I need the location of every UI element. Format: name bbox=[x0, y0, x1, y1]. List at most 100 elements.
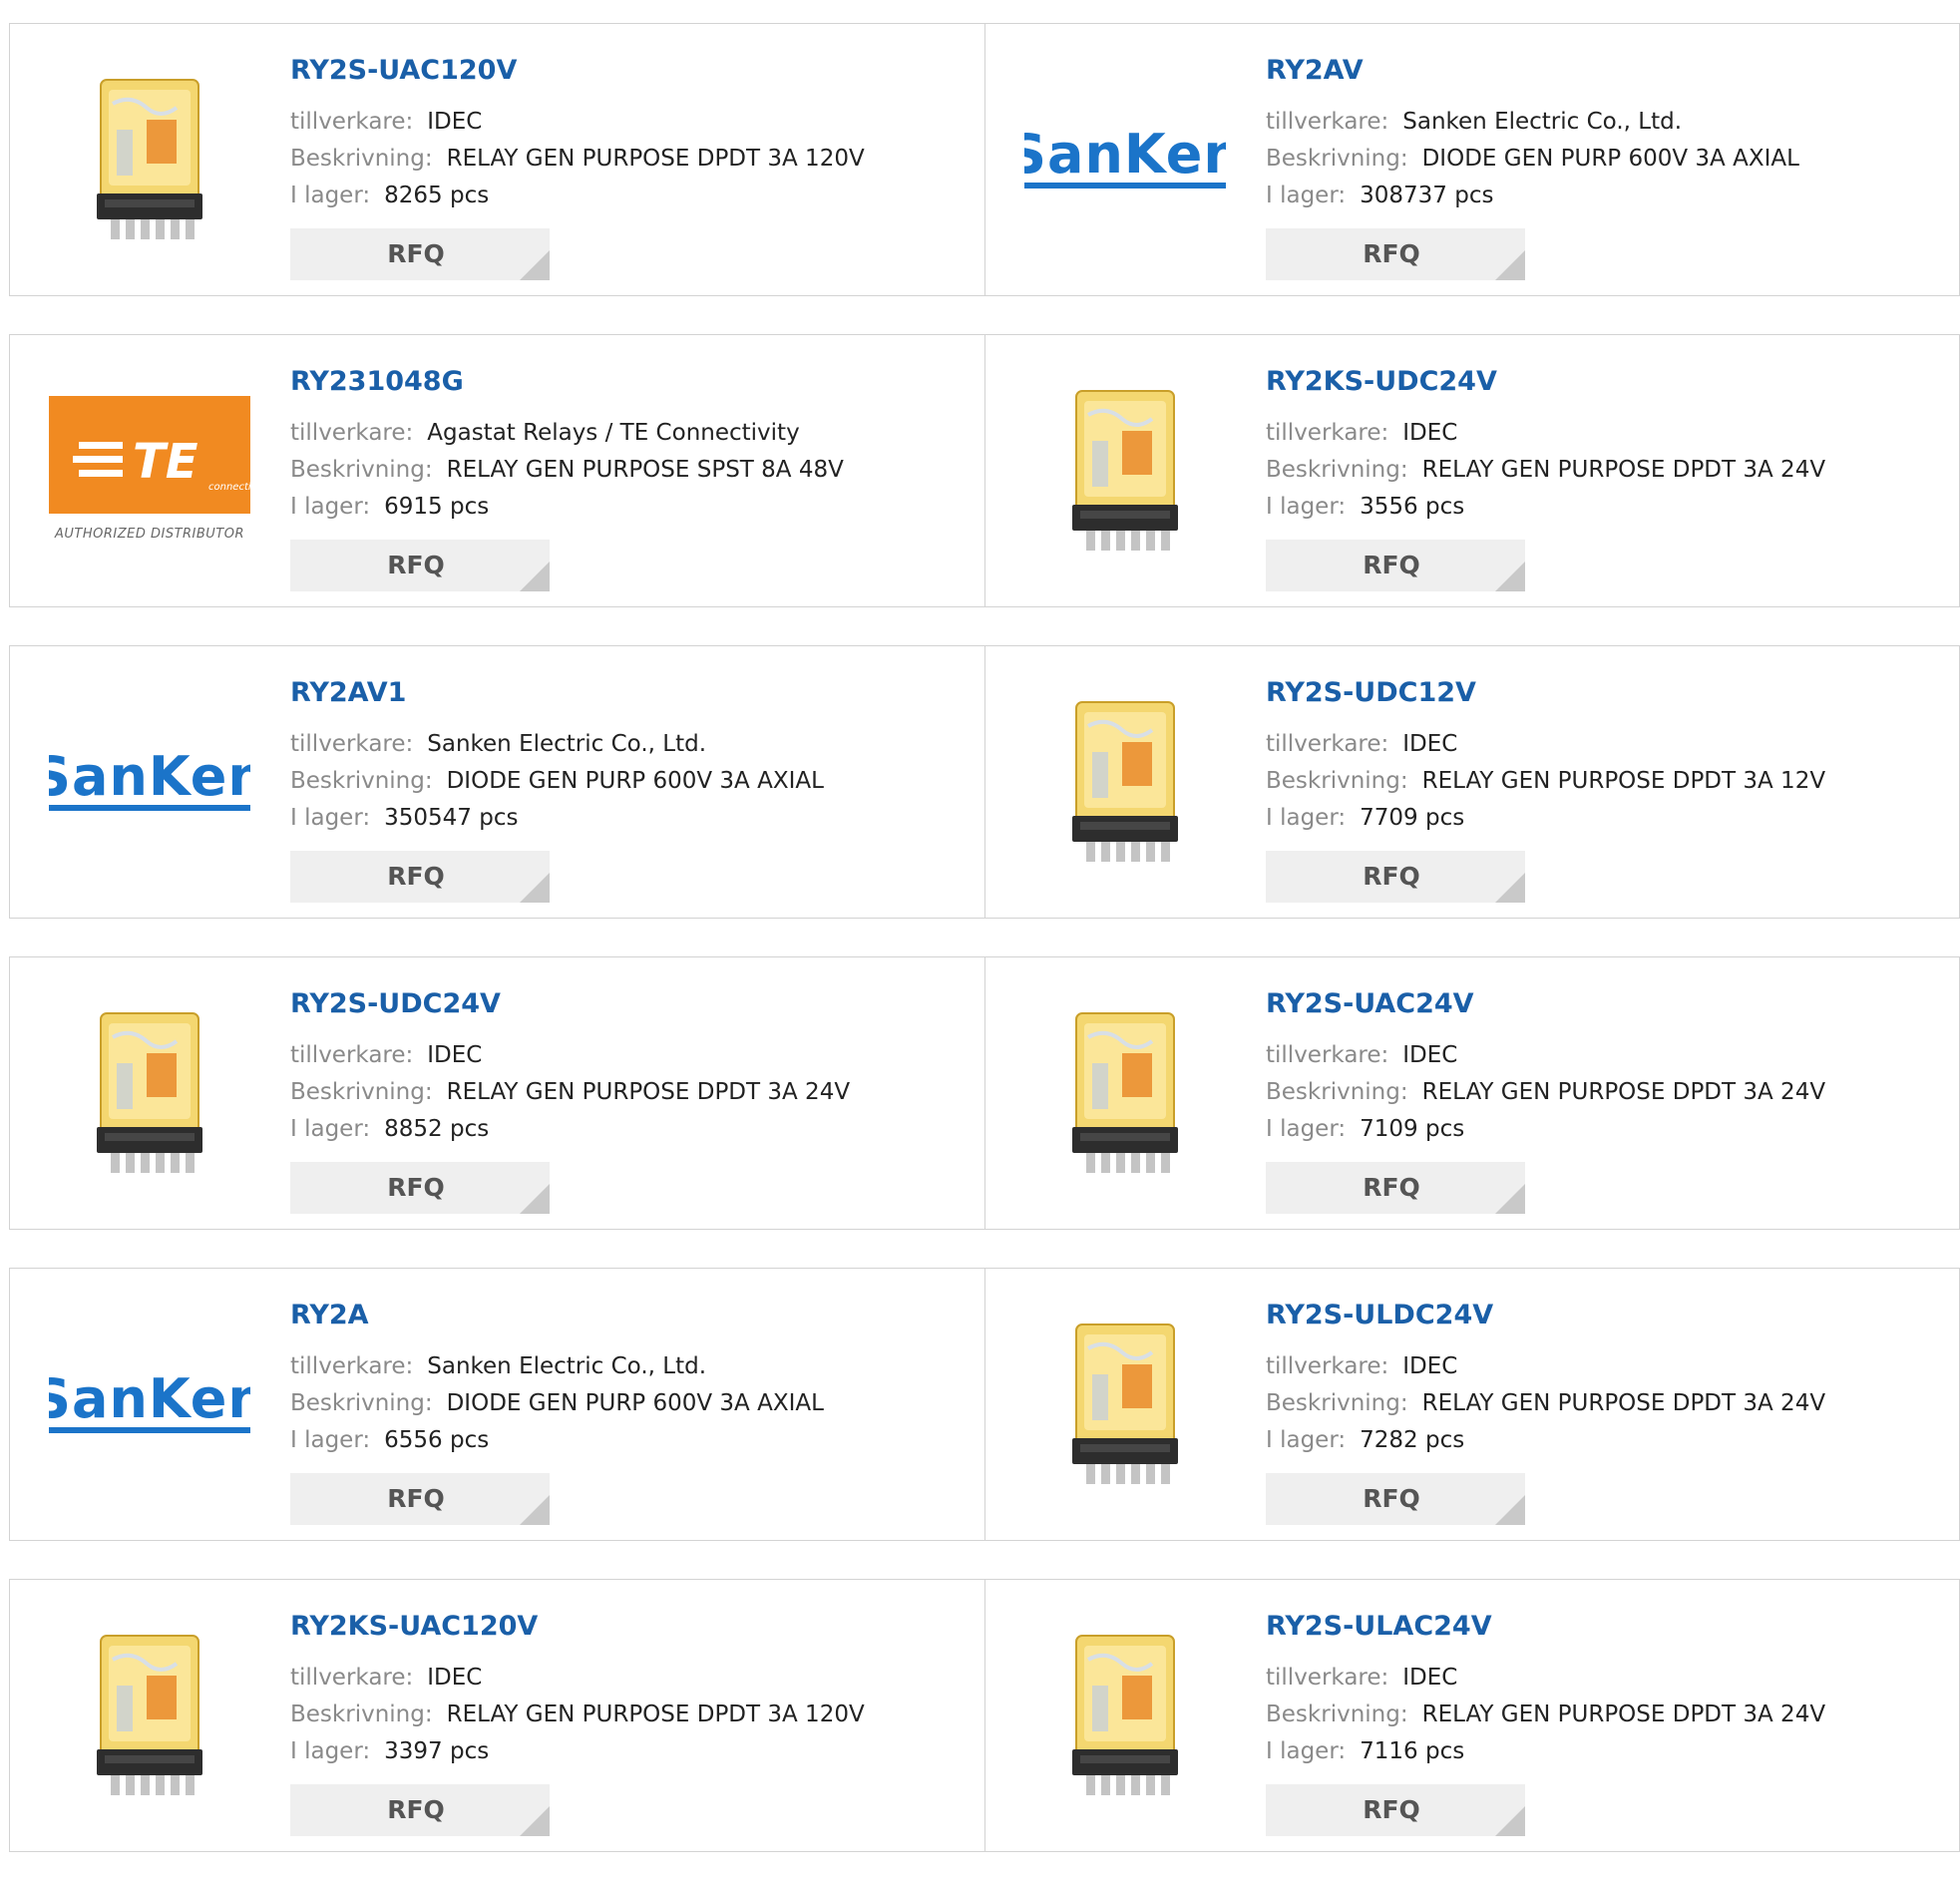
sanken-logo: SanKen bbox=[49, 1371, 250, 1433]
product-image[interactable]: SanKen bbox=[42, 1309, 257, 1500]
product-row: RY2KS-UAC120V tillverkare: IDEC Beskrivni… bbox=[9, 1579, 1960, 1852]
stock-row: I lager: 8852 pcs bbox=[290, 1111, 965, 1148]
description-label: Beskrivning: bbox=[1266, 1390, 1408, 1416]
stock-row: I lager: 8265 pcs bbox=[290, 178, 965, 214]
product-title-link[interactable]: RY2A bbox=[290, 1299, 965, 1332]
stock-value: 308737 pcs bbox=[1360, 183, 1494, 208]
te-logo: TE connectivity AUTHORIZED DISTRIBUTOR bbox=[49, 396, 250, 542]
product-info: RY231048G tillverkare: Agastat Relays / T… bbox=[290, 365, 965, 591]
description-label: Beskrivning: bbox=[1266, 146, 1408, 172]
product-image[interactable]: TE connectivity AUTHORIZED DISTRIBUTOR bbox=[42, 375, 257, 567]
product-title-link[interactable]: RY2AV1 bbox=[290, 676, 965, 710]
stock-value: 7282 pcs bbox=[1360, 1427, 1465, 1453]
stock-value: 7109 pcs bbox=[1360, 1116, 1465, 1142]
product-image[interactable] bbox=[42, 997, 257, 1189]
rfq-button[interactable]: RFQ bbox=[1266, 228, 1525, 280]
rfq-label: RFQ bbox=[387, 1484, 445, 1513]
product-card: SanKen RY2A tillverkare: Sanken Electric … bbox=[10, 1269, 985, 1540]
corner-triangle-icon bbox=[1495, 250, 1525, 280]
description-label: Beskrivning: bbox=[290, 768, 433, 794]
description-value: RELAY GEN PURPOSE DPDT 3A 24V bbox=[1421, 457, 1826, 483]
description-value: RELAY GEN PURPOSE DPDT 3A 24V bbox=[1421, 1701, 1826, 1727]
manufacturer-label: tillverkare: bbox=[290, 420, 414, 446]
corner-triangle-icon bbox=[520, 873, 550, 903]
product-image[interactable] bbox=[42, 64, 257, 255]
description-value: RELAY GEN PURPOSE DPDT 3A 24V bbox=[1421, 1079, 1826, 1105]
manufacturer-row: tillverkare: Sanken Electric Co., Ltd. bbox=[290, 1348, 965, 1385]
rfq-button[interactable]: RFQ bbox=[290, 540, 550, 591]
description-value: DIODE GEN PURP 600V 3A AXIAL bbox=[1421, 146, 1799, 172]
description-label: Beskrivning: bbox=[290, 457, 433, 483]
manufacturer-value: Agastat Relays / TE Connectivity bbox=[427, 420, 800, 446]
description-row: Beskrivning: DIODE GEN PURP 600V 3A AXIAL bbox=[290, 1385, 965, 1422]
rfq-button[interactable]: RFQ bbox=[1266, 1473, 1525, 1525]
manufacturer-row: tillverkare: IDEC bbox=[1266, 1660, 1939, 1697]
product-card: SanKen RY2AV1 tillverkare: Sanken Electri… bbox=[10, 646, 985, 918]
rfq-label: RFQ bbox=[387, 1173, 445, 1202]
stock-row: I lager: 7116 pcs bbox=[1266, 1733, 1939, 1770]
rfq-button[interactable]: RFQ bbox=[290, 851, 550, 903]
rfq-button[interactable]: RFQ bbox=[1266, 540, 1525, 591]
product-card: RY2KS-UAC120V tillverkare: IDEC Beskrivni… bbox=[10, 1580, 985, 1851]
rfq-button[interactable]: RFQ bbox=[290, 1784, 550, 1836]
product-title-link[interactable]: RY2AV bbox=[1266, 54, 1939, 88]
manufacturer-row: tillverkare: IDEC bbox=[1266, 1348, 1939, 1385]
stock-value: 6915 pcs bbox=[384, 494, 490, 520]
corner-triangle-icon bbox=[1495, 1806, 1525, 1836]
manufacturer-value: IDEC bbox=[1402, 1353, 1458, 1379]
rfq-button[interactable]: RFQ bbox=[1266, 851, 1525, 903]
manufacturer-label: tillverkare: bbox=[290, 1042, 414, 1068]
product-title-link[interactable]: RY2S-ULDC24V bbox=[1266, 1299, 1939, 1332]
rfq-label: RFQ bbox=[1363, 239, 1420, 268]
rfq-button[interactable]: RFQ bbox=[1266, 1162, 1525, 1214]
description-value: RELAY GEN PURPOSE DPDT 3A 120V bbox=[446, 146, 865, 172]
stock-label: I lager: bbox=[290, 494, 371, 520]
sanken-logo: SanKen bbox=[49, 749, 250, 811]
stock-label: I lager: bbox=[1266, 494, 1347, 520]
corner-triangle-icon bbox=[1495, 1495, 1525, 1525]
product-title-link[interactable]: RY2S-UDC24V bbox=[290, 987, 965, 1021]
manufacturer-row: tillverkare: IDEC bbox=[1266, 726, 1939, 763]
product-title-link[interactable]: RY231048G bbox=[290, 365, 965, 399]
corner-triangle-icon bbox=[1495, 1184, 1525, 1214]
product-image[interactable] bbox=[42, 1620, 257, 1811]
manufacturer-row: tillverkare: IDEC bbox=[1266, 415, 1939, 452]
product-title-link[interactable]: RY2KS-UAC120V bbox=[290, 1610, 965, 1644]
description-value: RELAY GEN PURPOSE DPDT 3A 24V bbox=[1421, 1390, 1826, 1416]
stock-value: 8265 pcs bbox=[384, 183, 490, 208]
product-image[interactable] bbox=[1017, 1309, 1233, 1500]
product-info: RY2AV1 tillverkare: Sanken Electric Co., … bbox=[290, 676, 965, 903]
product-title-link[interactable]: RY2S-ULAC24V bbox=[1266, 1610, 1939, 1644]
rfq-button[interactable]: RFQ bbox=[290, 1162, 550, 1214]
product-image[interactable] bbox=[1017, 375, 1233, 567]
manufacturer-label: tillverkare: bbox=[1266, 1042, 1389, 1068]
product-row: RY2S-UDC24V tillverkare: IDEC Beskrivning… bbox=[9, 956, 1960, 1230]
rfq-button[interactable]: RFQ bbox=[290, 228, 550, 280]
product-image[interactable]: SanKen bbox=[42, 686, 257, 878]
relay-icon bbox=[1072, 1323, 1178, 1484]
rfq-button[interactable]: RFQ bbox=[1266, 1784, 1525, 1836]
manufacturer-label: tillverkare: bbox=[1266, 109, 1389, 135]
rfq-label: RFQ bbox=[387, 239, 445, 268]
product-image[interactable] bbox=[1017, 1620, 1233, 1811]
product-image[interactable] bbox=[1017, 686, 1233, 878]
svg-text:SanKen: SanKen bbox=[1024, 127, 1226, 186]
description-value: RELAY GEN PURPOSE DPDT 3A 24V bbox=[446, 1079, 851, 1105]
rfq-button[interactable]: RFQ bbox=[290, 1473, 550, 1525]
product-image[interactable] bbox=[1017, 997, 1233, 1189]
product-card: TE connectivity AUTHORIZED DISTRIBUTOR RY2… bbox=[10, 335, 985, 606]
product-title-link[interactable]: RY2S-UAC24V bbox=[1266, 987, 1939, 1021]
description-row: Beskrivning: DIODE GEN PURP 600V 3A AXIAL bbox=[290, 763, 965, 800]
product-title-link[interactable]: RY2KS-UDC24V bbox=[1266, 365, 1939, 399]
manufacturer-label: tillverkare: bbox=[1266, 420, 1389, 446]
manufacturer-value: Sanken Electric Co., Ltd. bbox=[1402, 109, 1683, 135]
rfq-label: RFQ bbox=[1363, 862, 1420, 891]
product-title-link[interactable]: RY2S-UAC120V bbox=[290, 54, 965, 88]
product-image[interactable]: SanKen bbox=[1017, 64, 1233, 255]
product-row: SanKen RY2AV1 tillverkare: Sanken Electri… bbox=[9, 645, 1960, 919]
manufacturer-row: tillverkare: Sanken Electric Co., Ltd. bbox=[1266, 104, 1939, 141]
product-title-link[interactable]: RY2S-UDC12V bbox=[1266, 676, 1939, 710]
stock-label: I lager: bbox=[1266, 1738, 1347, 1764]
stock-value: 6556 pcs bbox=[384, 1427, 490, 1453]
description-label: Beskrivning: bbox=[1266, 457, 1408, 483]
